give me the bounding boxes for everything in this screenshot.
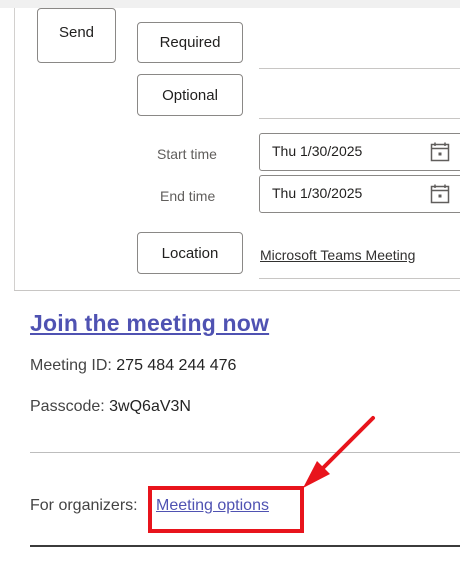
footer-divider [30, 545, 460, 547]
annotation-arrow-icon [303, 416, 375, 488]
